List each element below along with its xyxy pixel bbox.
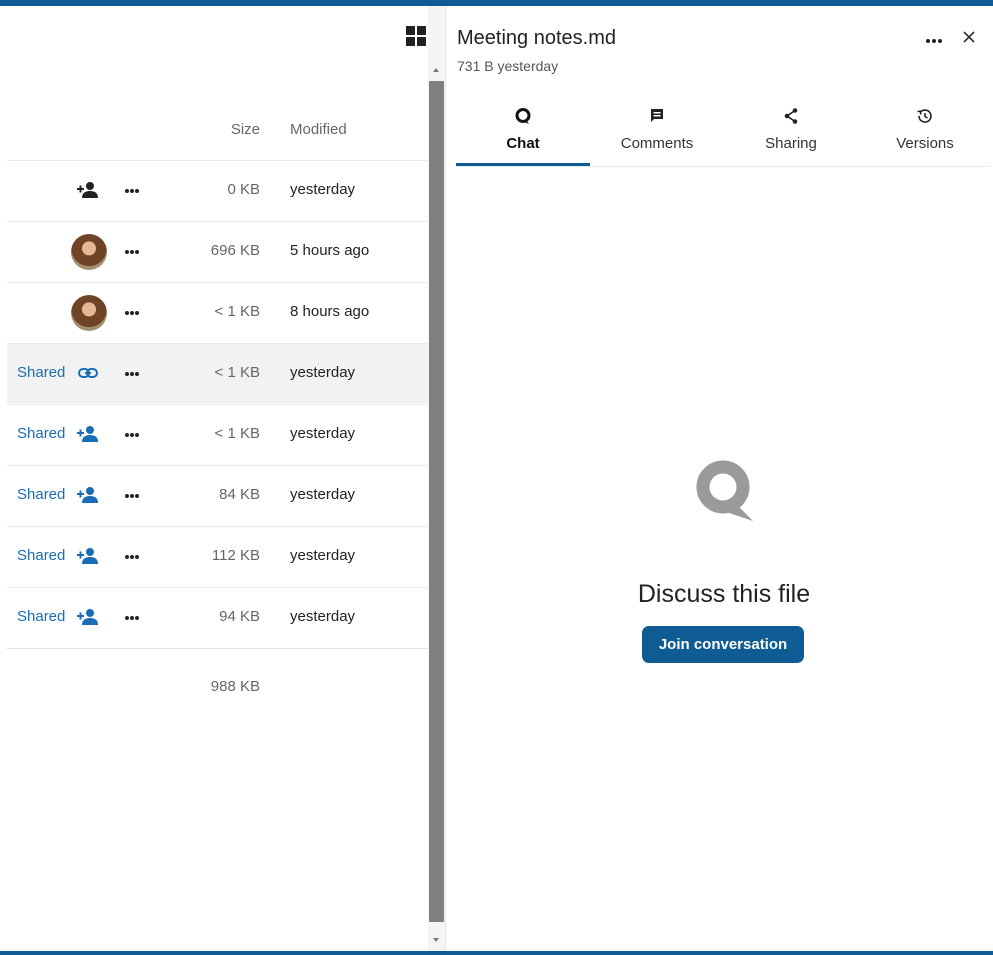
- file-list-pane: Size Modified 0 KB yesterday 696 KB 5 hours…: [0, 6, 428, 951]
- sidebar-file-title: Meeting notes.md: [457, 27, 616, 49]
- add-user-icon[interactable]: [77, 484, 99, 506]
- file-size: 112 KB: [211, 547, 260, 564]
- file-modified: 8 hours ago: [290, 303, 370, 320]
- add-user-icon[interactable]: [77, 423, 99, 445]
- tab-versions-label: Versions: [896, 135, 954, 152]
- file-modified: yesterday: [290, 608, 356, 625]
- scroll-up-arrow-icon[interactable]: [430, 64, 442, 76]
- share-status-label[interactable]: Shared: [17, 547, 65, 564]
- file-details-sidebar: Meeting notes.md 731 B yesterday Chat Co…: [446, 6, 993, 951]
- chat-icon: [515, 108, 531, 124]
- file-modified: yesterday: [290, 547, 356, 564]
- avatar[interactable]: [71, 234, 107, 270]
- table-row[interactable]: < 1 KB 8 hours ago: [7, 282, 428, 342]
- file-modified: yesterday: [290, 364, 356, 381]
- file-size: 84 KB: [219, 486, 260, 503]
- sidebar-file-subtitle: 731 B yesterday: [457, 58, 559, 74]
- sidebar-tabs: Chat Comments Sharing Versions: [456, 98, 991, 167]
- tab-chat[interactable]: Chat: [456, 98, 590, 166]
- file-modified: yesterday: [290, 486, 356, 503]
- file-modified: 5 hours ago: [290, 242, 370, 259]
- row-actions-button[interactable]: [119, 180, 147, 200]
- empty-state-title: Discuss this file: [637, 580, 811, 608]
- row-actions-button[interactable]: [119, 363, 147, 383]
- file-size: 94 KB: [219, 608, 260, 625]
- join-conversation-button[interactable]: Join conversation: [642, 626, 804, 663]
- table-row[interactable]: Shared 94 KB yesterday: [7, 587, 428, 647]
- scroll-down-arrow-icon[interactable]: [430, 934, 442, 946]
- link-icon[interactable]: [77, 362, 99, 384]
- add-user-icon[interactable]: [77, 606, 99, 628]
- file-size: 0 KB: [227, 181, 260, 198]
- close-icon[interactable]: [958, 26, 980, 48]
- column-header-size[interactable]: Size: [188, 121, 260, 138]
- share-status-label[interactable]: Shared: [17, 608, 65, 625]
- share-status-label[interactable]: Shared: [17, 486, 65, 503]
- comment-icon: [651, 109, 663, 122]
- file-size: 696 KB: [210, 242, 260, 259]
- list-divider: [7, 648, 428, 649]
- avatar[interactable]: [71, 295, 107, 331]
- table-row[interactable]: 696 KB 5 hours ago: [7, 221, 428, 281]
- total-size: 988 KB: [210, 678, 260, 695]
- tab-versions[interactable]: Versions: [858, 98, 992, 166]
- table-row[interactable]: 0 KB yesterday: [7, 160, 428, 220]
- file-size: < 1 KB: [214, 425, 260, 442]
- history-icon: [917, 109, 932, 123]
- file-size: < 1 KB: [214, 303, 260, 320]
- share-status-label[interactable]: Shared: [17, 425, 65, 442]
- talk-icon: [696, 460, 753, 521]
- table-row[interactable]: Shared 84 KB yesterday: [7, 465, 428, 525]
- row-actions-button[interactable]: [119, 546, 147, 566]
- add-user-icon[interactable]: [77, 545, 99, 567]
- tab-sharing[interactable]: Sharing: [724, 98, 858, 166]
- row-actions-button[interactable]: [119, 302, 147, 322]
- tab-chat-label: Chat: [506, 135, 540, 152]
- row-actions-button[interactable]: [119, 241, 147, 261]
- file-size: < 1 KB: [214, 364, 260, 381]
- add-user-icon[interactable]: [77, 179, 99, 201]
- share-icon: [784, 108, 798, 124]
- file-modified: yesterday: [290, 425, 356, 442]
- tab-comments-label: Comments: [620, 135, 694, 152]
- table-row[interactable]: Shared < 1 KB yesterday: [7, 404, 428, 464]
- grid-view-icon[interactable]: [406, 26, 426, 46]
- row-actions-button[interactable]: [119, 485, 147, 505]
- table-row[interactable]: Shared 112 KB yesterday: [7, 526, 428, 586]
- row-actions-button[interactable]: [119, 424, 147, 444]
- table-row[interactable]: Shared < 1 KB yesterday: [7, 343, 428, 403]
- scrollbar-thumb[interactable]: [429, 81, 444, 922]
- column-header-modified[interactable]: Modified: [290, 121, 347, 138]
- window-bottom-border: [0, 951, 993, 955]
- tab-sharing-label: Sharing: [765, 135, 817, 152]
- tab-comments[interactable]: Comments: [590, 98, 724, 166]
- more-actions-button[interactable]: [922, 30, 946, 50]
- file-modified: yesterday: [290, 181, 356, 198]
- share-status-label[interactable]: Shared: [17, 364, 65, 381]
- row-actions-button[interactable]: [119, 607, 147, 627]
